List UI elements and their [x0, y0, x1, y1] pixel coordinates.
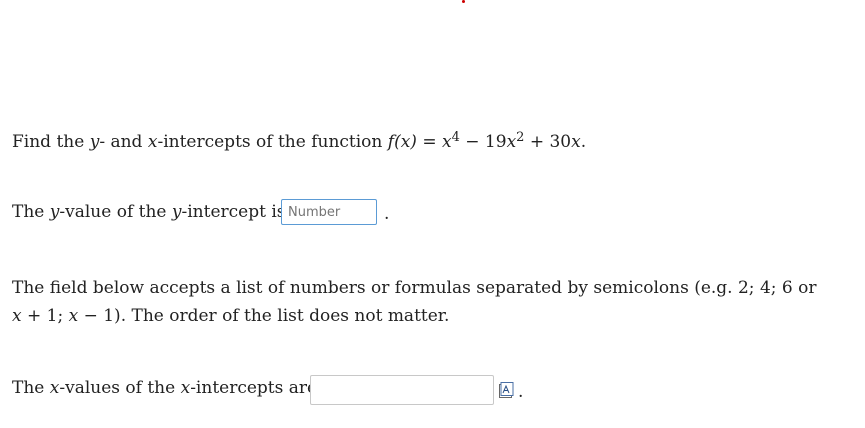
- instructions-line2: x + 1; x − 1). The order of the list doe…: [12, 306, 449, 326]
- x-intercepts-period: .: [518, 382, 524, 402]
- instructions-line1: The field below accepts a list of number…: [12, 278, 817, 298]
- x-intercepts-input[interactable]: [310, 375, 494, 405]
- term3-coef: + 30: [524, 132, 572, 152]
- question-and: - and: [99, 132, 148, 152]
- y-label-b: -value of the: [59, 202, 172, 222]
- red-dot-marker: [462, 0, 465, 3]
- instr-text-b: + 1;: [21, 306, 69, 326]
- y-intercept-label: The y-value of the y-intercept is: [12, 202, 286, 222]
- y-label-var1: y: [49, 202, 60, 222]
- func-arg: (x): [394, 132, 417, 152]
- y-intercept-period: .: [384, 204, 390, 224]
- y-intercept-input[interactable]: [281, 199, 377, 225]
- x-intercepts-label: The x-values of the x-intercepts are: [12, 378, 317, 398]
- question-period: .: [580, 132, 587, 152]
- instr-var-x1: x: [12, 306, 22, 326]
- question-prefix: Find the: [12, 132, 90, 152]
- x-label-b: -values of the: [59, 378, 181, 398]
- question-text: Find the y- and x-intercepts of the func…: [12, 130, 586, 152]
- instr-var-x2: x: [68, 306, 79, 326]
- term1-base: x: [442, 132, 452, 152]
- x-label-c: -intercepts are: [190, 378, 318, 398]
- term3-var: x: [571, 132, 581, 152]
- instr-text-d: − 1). The order of the list does not mat…: [78, 306, 450, 326]
- x-label-var1: x: [49, 378, 60, 398]
- var-y: y: [89, 132, 100, 152]
- term2-coef: − 19: [459, 132, 507, 152]
- equals-sign: =: [416, 132, 442, 152]
- x-label-var2: x: [180, 378, 191, 398]
- var-x: x: [147, 132, 158, 152]
- y-label-c: -intercept is: [181, 202, 286, 222]
- question-suffix: -intercepts of the function: [157, 132, 388, 152]
- y-label-var2: y: [171, 202, 182, 222]
- preview-icon[interactable]: [498, 381, 514, 399]
- x-label-a: The: [12, 378, 50, 398]
- term2-base: x: [506, 132, 517, 152]
- y-label-a: The: [12, 202, 50, 222]
- term1-exponent: 4: [451, 130, 460, 145]
